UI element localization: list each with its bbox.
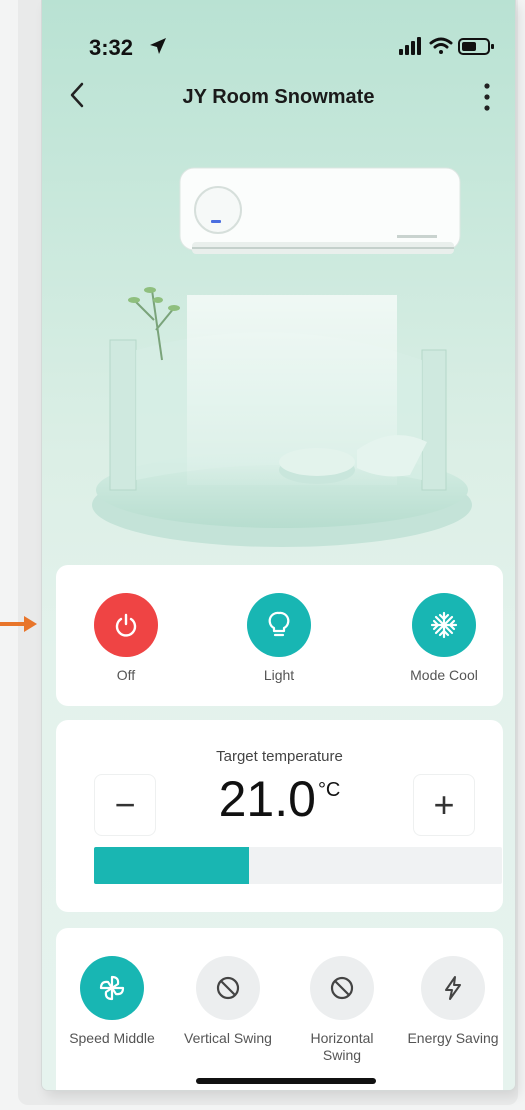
vertical-swing-label: Vertical Swing [184,1030,272,1046]
fan-icon [99,975,125,1001]
temperature-card: Target temperature − 21.0 °C + [56,720,503,912]
vertical-swing-control[interactable]: Vertical Swing [178,956,278,1047]
temperature-slider-fill [94,847,250,884]
power-label: Off [116,667,136,683]
vertical-swing-button[interactable] [196,956,260,1020]
horizontal-swing-button[interactable] [310,956,374,1020]
battery-icon [458,38,494,55]
status-icons [399,37,494,55]
horizontal-swing-control[interactable]: Horizontal Swing [292,956,392,1064]
quick-controls-card: Off Light Mode Cool [56,565,503,706]
disabled-icon [216,976,240,1000]
home-indicator [196,1078,376,1084]
temperature-slider[interactable] [94,847,502,884]
signal-icon [399,37,421,55]
annotation-arrow-icon [0,616,37,632]
more-options-icon[interactable] [475,80,499,114]
status-bar: 3:32 [42,0,515,64]
air-conditioner-illustration [92,167,472,547]
increase-temperature-button[interactable]: + [413,774,475,836]
energy-saving-label: Energy Saving [407,1030,499,1046]
speed-button[interactable] [80,956,144,1020]
mode-label: Mode Cool [410,667,478,683]
temperature-value: 21.0 [218,771,316,827]
disabled-icon [330,976,354,1000]
light-label: Light [263,667,295,683]
page-title: JY Room Snowmate [182,86,375,108]
status-time: 3:32 [89,35,134,60]
lightning-icon [445,976,461,1000]
temperature-unit: °C [317,779,341,801]
energy-saving-control[interactable]: Energy Saving [403,956,503,1047]
energy-saving-button[interactable] [421,956,485,1020]
mode-control[interactable]: Mode Cool [394,593,494,684]
speed-control[interactable]: Speed Middle [62,956,162,1047]
power-control[interactable]: Off [76,593,176,684]
mode-corner-marker [465,644,474,653]
mode-button[interactable] [412,593,476,657]
app-screen: 3:32 JY Room Snowmate Off Light Mode Coo… [42,0,515,1090]
power-icon [115,613,137,637]
nav-bar: JY Room Snowmate [42,74,515,118]
target-temperature-label: Target temperature [216,748,343,765]
light-button[interactable] [247,593,311,657]
speed-label: Speed Middle [69,1030,155,1046]
snowflake-icon [430,611,458,639]
speed-corner-marker [133,1007,142,1016]
light-control[interactable]: Light [229,593,329,684]
wifi-icon [429,37,453,54]
location-arrow-icon [150,38,166,54]
lightbulb-icon [268,611,290,637]
power-button[interactable] [94,593,158,657]
horizontal-swing-label: Horizontal Swing [310,1030,374,1063]
functions-card: Speed Middle Vertical Swing Horizontal S… [56,928,503,1090]
